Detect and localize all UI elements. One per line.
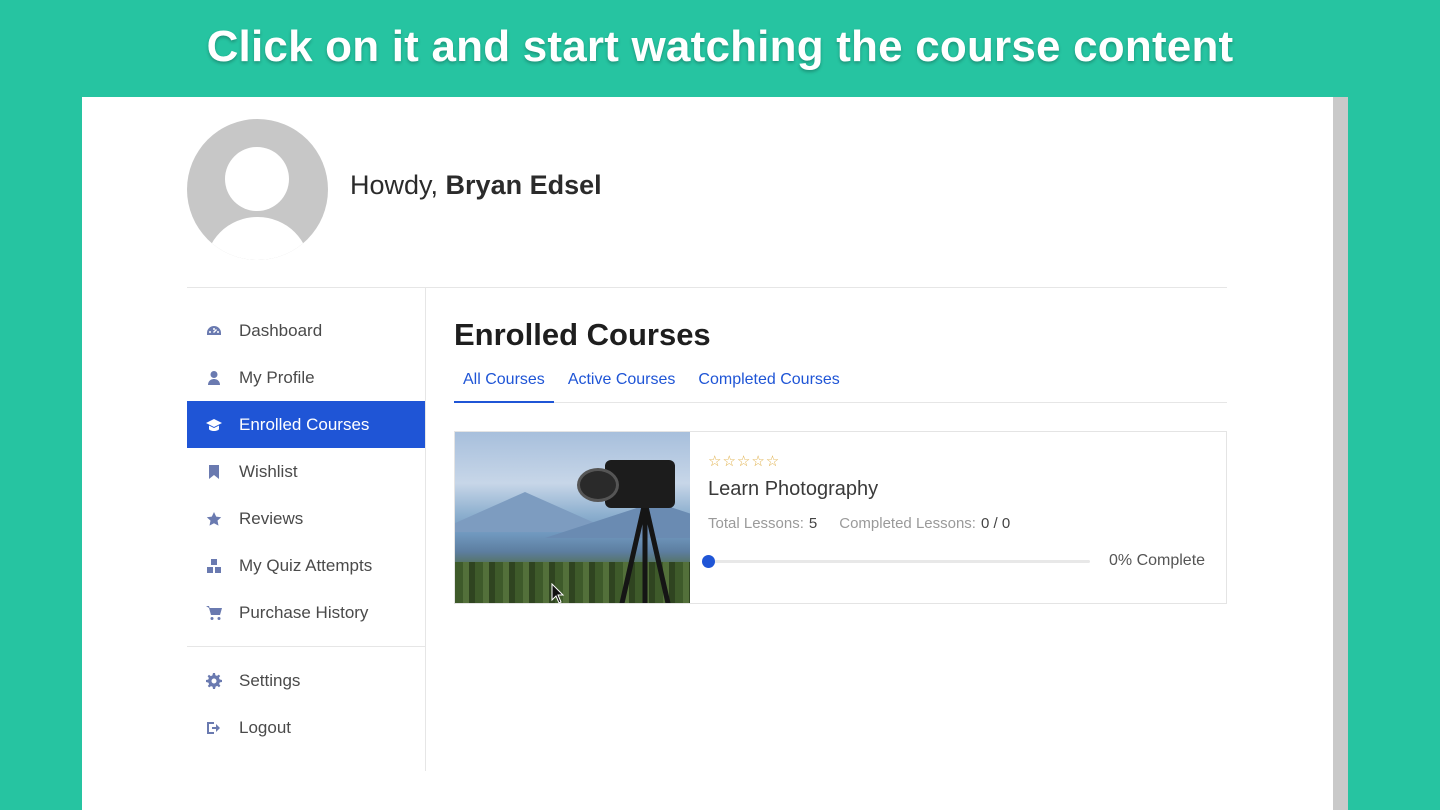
sidebar-item-label: Settings	[239, 670, 301, 690]
avatar-head	[225, 147, 289, 211]
total-lessons-value: 5	[808, 515, 818, 532]
course-meta: Total Lessons: 5 Completed Lessons: 0 / …	[708, 515, 1208, 532]
progress-track	[702, 554, 1090, 568]
dashboard-icon	[205, 322, 223, 340]
browser-frame: Howdy, Bryan Edsel Dashboard My Profile …	[82, 97, 1348, 810]
gear-icon	[205, 672, 223, 690]
graduation-cap-icon	[205, 416, 223, 434]
course-tabs: All Courses Active Courses Completed Cou…	[454, 367, 1227, 403]
star-icon	[205, 510, 223, 528]
course-thumbnail[interactable]	[455, 432, 690, 603]
sidebar-item-my-profile[interactable]: My Profile	[187, 354, 425, 401]
sidebar-item-settings[interactable]: Settings	[187, 657, 425, 704]
thumbnail-lens	[577, 468, 619, 502]
greeting: Howdy, Bryan Edsel	[350, 170, 602, 201]
total-lessons-label: Total Lessons:	[708, 515, 804, 532]
thumbnail-tripod	[619, 501, 671, 603]
bookmark-icon	[205, 463, 223, 481]
sidebar-separator	[187, 646, 425, 647]
scrollbar[interactable]	[1333, 97, 1348, 810]
completed-lessons-label: Completed Lessons:	[839, 515, 976, 532]
banner-caption: Click on it and start watching the cours…	[206, 22, 1234, 71]
progress-knob	[702, 554, 715, 568]
course-title[interactable]: Learn Photography	[708, 478, 1208, 501]
rating-stars: ☆☆☆☆☆	[708, 453, 781, 470]
mouse-cursor-icon	[551, 583, 565, 604]
avatar[interactable]	[187, 119, 328, 260]
tab-active-courses[interactable]: Active Courses	[559, 367, 685, 403]
sidebar: Dashboard My Profile Enrolled Courses Wi…	[187, 307, 425, 751]
page-title: Enrolled Courses	[454, 317, 711, 352]
progress-row: 0% Complete	[702, 552, 1208, 570]
greeting-text: Howdy,	[350, 170, 439, 200]
sidebar-item-my-quiz-attempts[interactable]: My Quiz Attempts	[187, 542, 425, 589]
sidebar-item-label: Enrolled Courses	[239, 414, 370, 434]
sidebar-item-label: Logout	[239, 717, 291, 737]
header-divider	[187, 287, 1227, 288]
completed-lessons-value: 0 / 0	[980, 515, 1011, 532]
sidebar-item-wishlist[interactable]: Wishlist	[187, 448, 425, 495]
sidebar-divider	[425, 288, 426, 771]
sidebar-item-enrolled-courses[interactable]: Enrolled Courses	[187, 401, 425, 448]
course-info: ☆☆☆☆☆ Learn Photography Total Lessons: 5…	[702, 452, 1208, 570]
user-name: Bryan Edsel	[445, 170, 602, 200]
cart-icon	[205, 604, 223, 622]
sidebar-item-reviews[interactable]: Reviews	[187, 495, 425, 542]
tab-completed-courses[interactable]: Completed Courses	[689, 367, 848, 403]
sidebar-item-label: Purchase History	[239, 602, 369, 622]
user-icon	[205, 369, 223, 387]
sidebar-item-label: My Quiz Attempts	[239, 555, 373, 575]
sidebar-item-purchase-history[interactable]: Purchase History	[187, 589, 425, 636]
avatar-body	[205, 217, 310, 260]
main-content: Enrolled Courses All Courses Active Cour…	[454, 317, 1227, 604]
sidebar-item-label: Dashboard	[239, 320, 323, 340]
progress-label: 0% Complete	[1109, 552, 1206, 569]
sidebar-item-label: Reviews	[239, 508, 304, 528]
course-card[interactable]: ☆☆☆☆☆ Learn Photography Total Lessons: 5…	[454, 431, 1227, 604]
sidebar-item-dashboard[interactable]: Dashboard	[187, 307, 425, 354]
sidebar-item-label: My Profile	[239, 367, 315, 387]
tab-all-courses[interactable]: All Courses	[454, 367, 554, 403]
logout-icon	[205, 719, 223, 737]
sidebar-item-logout[interactable]: Logout	[187, 704, 425, 751]
sidebar-item-label: Wishlist	[239, 461, 298, 481]
quiz-icon	[205, 557, 223, 575]
